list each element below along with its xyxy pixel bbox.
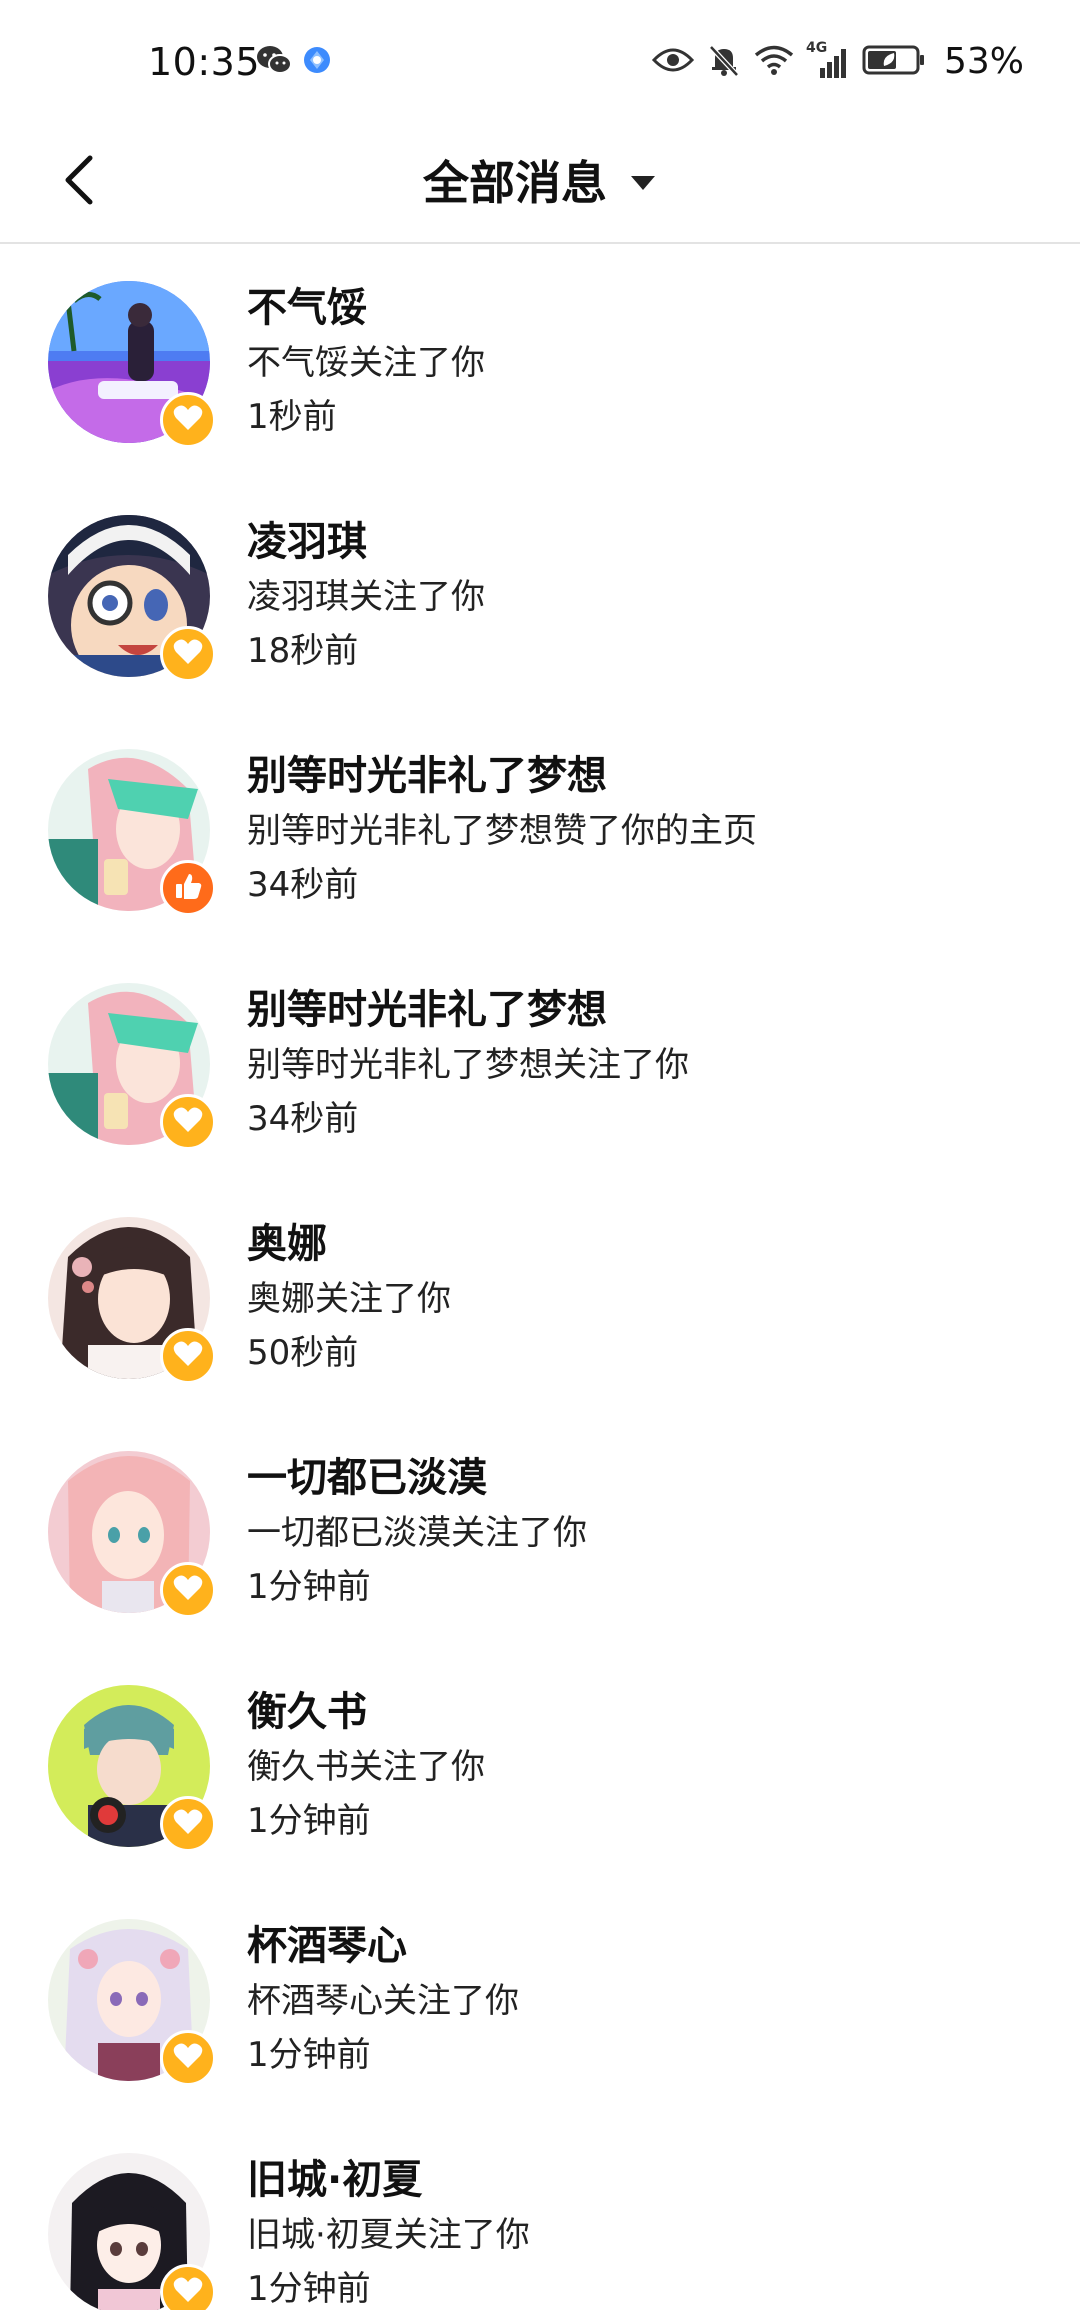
message-item[interactable]: 别等时光非礼了梦想 别等时光非礼了梦想关注了你 34秒前 — [0, 946, 1080, 1180]
status-notification-icons — [256, 44, 332, 80]
browser-icon — [302, 45, 332, 79]
bell-muted-icon — [706, 42, 742, 82]
message-time: 34秒前 — [247, 1099, 359, 1139]
sender-name[interactable]: 一切都已淡漠 — [247, 1450, 1040, 1506]
cellular-signal-icon: 4G — [806, 40, 850, 80]
heart-icon — [173, 638, 203, 670]
message-action: 别等时光非礼了梦想赞了你的主页 — [247, 811, 757, 851]
message-item[interactable]: 杯酒琴心 杯酒琴心关注了你 1分钟前 — [0, 1882, 1080, 2116]
message-time: 50秒前 — [247, 1333, 359, 1373]
message-time: 1秒前 — [247, 397, 337, 437]
follow-badge — [160, 2264, 216, 2310]
follow-badge — [160, 1094, 216, 1150]
heart-icon — [173, 1340, 203, 1372]
message-action: 衡久书关注了你 — [247, 1747, 485, 1787]
message-list: 不气馁 不气馁关注了你 1秒前 凌羽琪 凌羽琪关注了你 18秒前 别等时光非礼了… — [0, 244, 1080, 2310]
message-item[interactable]: 奥娜 奥娜关注了你 50秒前 — [0, 1180, 1080, 1414]
status-time: 10:35 — [148, 40, 261, 84]
message-action: 一切都已淡漠关注了你 — [247, 1513, 587, 1553]
follow-badge — [160, 1562, 216, 1618]
heart-icon — [173, 1808, 203, 1840]
message-filter-dropdown[interactable]: 全部消息 — [0, 124, 1080, 242]
like-badge — [160, 860, 216, 916]
follow-badge — [160, 392, 216, 448]
battery-icon — [862, 44, 926, 80]
sender-name[interactable]: 杯酒琴心 — [247, 1918, 1040, 1974]
message-action: 别等时光非礼了梦想关注了你 — [247, 1045, 689, 1085]
battery-percent: 53% — [943, 41, 1024, 82]
sender-name[interactable]: 别等时光非礼了梦想 — [247, 982, 1040, 1038]
message-item[interactable]: 旧城·初夏 旧城·初夏关注了你 1分钟前 — [0, 2116, 1080, 2310]
heart-icon — [173, 2042, 203, 2074]
sender-name[interactable]: 凌羽琪 — [247, 514, 1040, 570]
message-time: 34秒前 — [247, 865, 359, 905]
message-time: 1分钟前 — [247, 1567, 371, 1607]
eye-icon — [651, 46, 695, 78]
wifi-icon — [754, 44, 794, 80]
heart-icon — [173, 1574, 203, 1606]
message-action: 奥娜关注了你 — [247, 1279, 451, 1319]
follow-badge — [160, 626, 216, 682]
heart-icon — [173, 404, 203, 436]
message-action: 凌羽琪关注了你 — [247, 577, 485, 617]
message-content: 杯酒琴心 杯酒琴心关注了你 1分钟前 — [247, 1918, 1040, 2082]
follow-badge — [160, 1796, 216, 1852]
sender-name[interactable]: 衡久书 — [247, 1684, 1040, 1740]
message-content: 凌羽琪 凌羽琪关注了你 18秒前 — [247, 514, 1040, 678]
message-action: 旧城·初夏关注了你 — [247, 2215, 530, 2255]
caret-down-icon — [629, 174, 657, 196]
heart-icon — [173, 2276, 203, 2308]
message-content: 奥娜 奥娜关注了你 50秒前 — [247, 1216, 1040, 1380]
message-item[interactable]: 一切都已淡漠 一切都已淡漠关注了你 1分钟前 — [0, 1414, 1080, 1648]
message-time: 1分钟前 — [247, 1801, 371, 1841]
sender-name[interactable]: 别等时光非礼了梦想 — [247, 748, 1040, 804]
status-system-icons: 4G 53% — [651, 38, 1024, 86]
sender-name[interactable]: 奥娜 — [247, 1216, 1040, 1272]
message-time: 18秒前 — [247, 631, 359, 671]
sender-name[interactable]: 旧城·初夏 — [247, 2152, 1040, 2208]
message-time: 1分钟前 — [247, 2269, 371, 2309]
sender-name[interactable]: 不气馁 — [247, 280, 1040, 336]
thumbs-up-icon — [173, 871, 203, 905]
message-item[interactable]: 不气馁 不气馁关注了你 1秒前 — [0, 244, 1080, 478]
follow-badge — [160, 2030, 216, 2086]
message-content: 一切都已淡漠 一切都已淡漠关注了你 1分钟前 — [247, 1450, 1040, 1614]
message-content: 旧城·初夏 旧城·初夏关注了你 1分钟前 — [247, 2152, 1040, 2310]
message-content: 别等时光非礼了梦想 别等时光非礼了梦想赞了你的主页 34秒前 — [247, 748, 1040, 912]
heart-icon — [173, 1106, 203, 1138]
page-title: 全部消息 — [423, 156, 607, 210]
message-content: 衡久书 衡久书关注了你 1分钟前 — [247, 1684, 1040, 1848]
message-item[interactable]: 衡久书 衡久书关注了你 1分钟前 — [0, 1648, 1080, 1882]
message-action: 不气馁关注了你 — [247, 343, 485, 383]
message-item[interactable]: 别等时光非礼了梦想 别等时光非礼了梦想赞了你的主页 34秒前 — [0, 712, 1080, 946]
message-action: 杯酒琴心关注了你 — [247, 1981, 519, 2021]
wechat-icon — [256, 44, 292, 80]
follow-badge — [160, 1328, 216, 1384]
top-nav-bar: 全部消息 — [0, 124, 1080, 244]
status-bar: 10:35 4G 53% — [0, 0, 1080, 124]
message-content: 不气馁 不气馁关注了你 1秒前 — [247, 280, 1040, 444]
message-content: 别等时光非礼了梦想 别等时光非礼了梦想关注了你 34秒前 — [247, 982, 1040, 1146]
message-item[interactable]: 凌羽琪 凌羽琪关注了你 18秒前 — [0, 478, 1080, 712]
message-time: 1分钟前 — [247, 2035, 371, 2075]
